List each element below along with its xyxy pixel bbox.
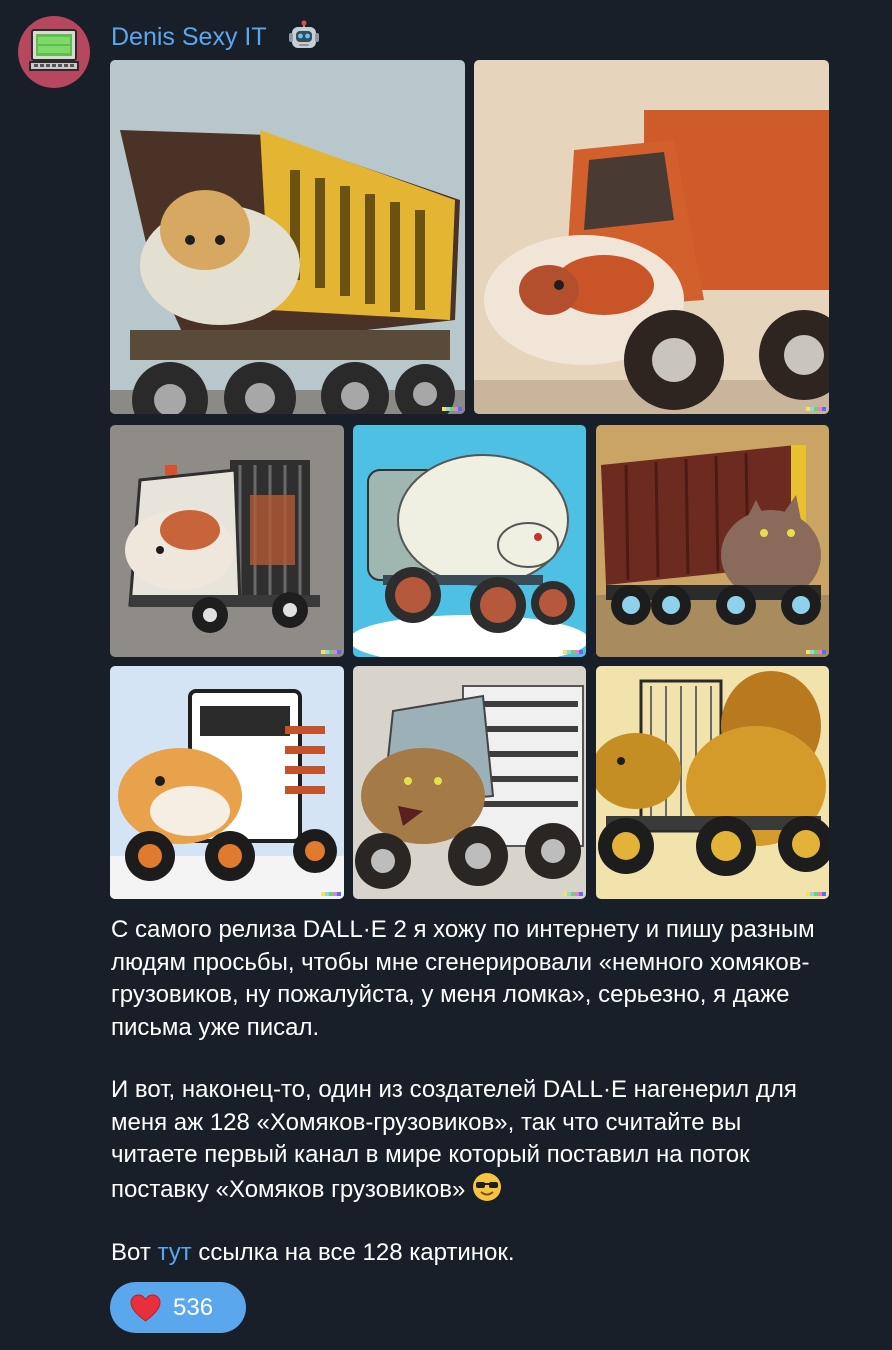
post-paragraph-2: И вот, наконец-то, один из создателей DA… <box>111 1074 831 1206</box>
dalle-watermark <box>442 407 462 411</box>
post-paragraph-3: Вот тут ссылка на все 128 картинок. <box>111 1237 831 1270</box>
image-tile-6[interactable] <box>110 666 344 899</box>
image-tile-8[interactable] <box>596 666 829 899</box>
channel-name[interactable]: Denis Sexy IT <box>111 22 267 52</box>
cat-container-truck-image <box>596 425 829 657</box>
dalle-watermark <box>806 892 826 896</box>
hamster-dump-truck-image <box>110 60 465 414</box>
post-paragraph-1: С самого релиза DALL·E 2 я хожу по интер… <box>111 916 815 1041</box>
hamster-orange-truck-image <box>474 60 829 414</box>
hamster-cage-truck-image <box>110 425 344 657</box>
image-tile-5[interactable] <box>596 425 829 657</box>
image-tile-4[interactable] <box>353 425 586 657</box>
image-tile-7[interactable] <box>353 666 586 899</box>
paragraph-3-prefix: Вот <box>111 1239 158 1266</box>
squirrel-gold-truck-image <box>596 666 829 899</box>
dalle-watermark <box>806 650 826 654</box>
image-tile-3[interactable] <box>110 425 344 657</box>
all-images-link[interactable]: тут <box>158 1239 192 1266</box>
dalle-watermark <box>806 407 826 411</box>
dalle-watermark <box>321 650 341 654</box>
channel-post: Denis Sexy IT С самого релиза DALL·E 2 я… <box>0 0 892 1350</box>
heart-reaction-button[interactable]: 536 <box>110 1282 246 1333</box>
hamster-camper-truck-image <box>110 666 344 899</box>
dalle-watermark <box>321 892 341 896</box>
white-rat-truck-image <box>353 425 586 657</box>
sunglasses-emoji-icon <box>472 1172 502 1202</box>
robot-emoji-icon <box>288 20 320 52</box>
reaction-count: 536 <box>173 1293 214 1321</box>
dalle-watermark <box>563 892 583 896</box>
dalle-watermark <box>563 650 583 654</box>
heart-icon <box>130 1293 161 1322</box>
channel-avatar[interactable] <box>18 16 90 88</box>
image-tile-1[interactable] <box>110 60 465 414</box>
image-tile-2[interactable] <box>474 60 829 414</box>
cat-steel-truck-image <box>353 666 586 899</box>
post-paragraph-2-text: И вот, наконец-то, один из создателей DA… <box>111 1076 797 1203</box>
avatar-computer-icon <box>29 29 79 71</box>
paragraph-3-suffix: ссылка на все 128 картинок. <box>191 1239 515 1266</box>
